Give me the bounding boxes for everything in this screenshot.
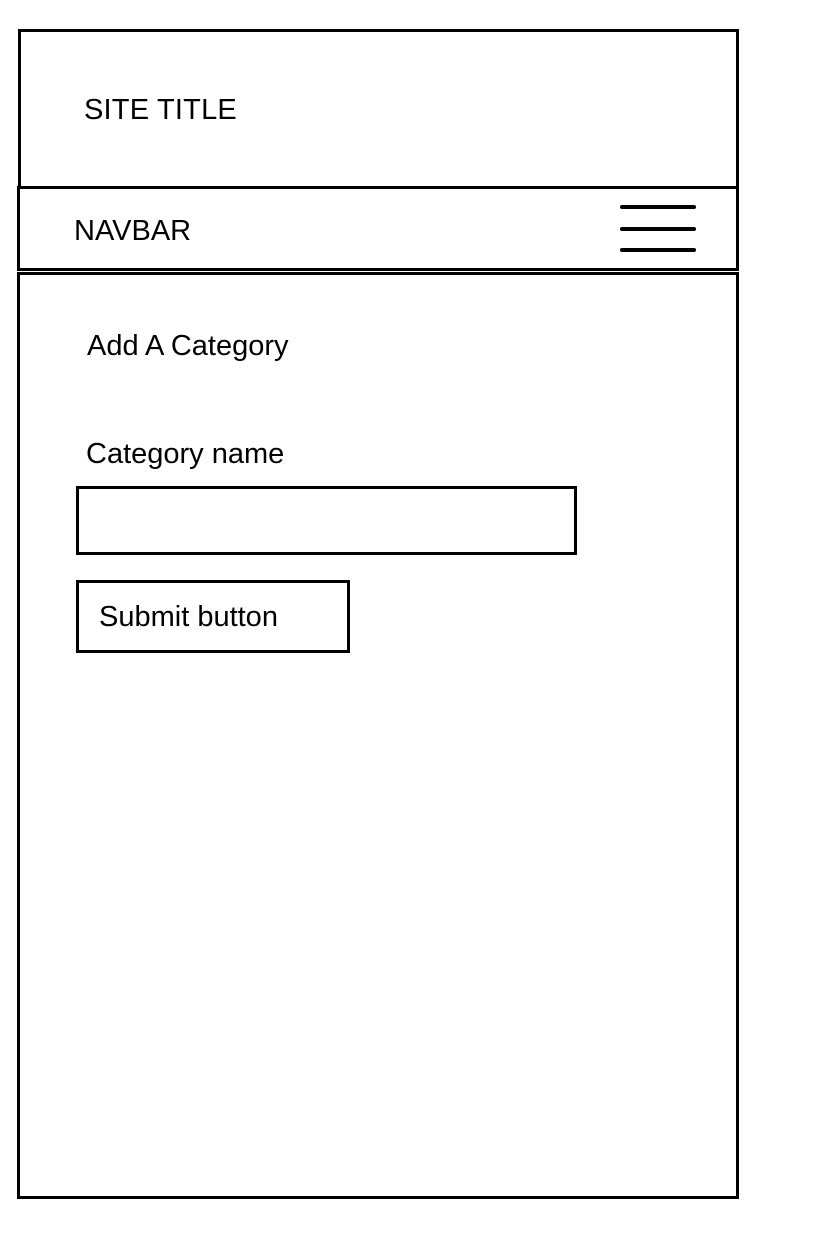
submit-button[interactable]: Submit button	[76, 580, 350, 653]
site-header: SITE TITLE	[18, 29, 739, 190]
site-title: SITE TITLE	[84, 94, 237, 126]
navbar: NAVBAR	[17, 186, 739, 271]
hamburger-menu-icon[interactable]	[618, 200, 698, 254]
menu-line-middle	[620, 227, 696, 231]
category-name-input[interactable]	[76, 486, 577, 555]
category-name-label: Category name	[86, 438, 285, 470]
menu-line-top	[620, 205, 696, 209]
menu-line-bottom	[620, 248, 696, 252]
page-heading: Add A Category	[87, 330, 289, 362]
navbar-label[interactable]: NAVBAR	[74, 214, 191, 248]
main-content: Add A Category Category name Submit butt…	[17, 272, 739, 1199]
